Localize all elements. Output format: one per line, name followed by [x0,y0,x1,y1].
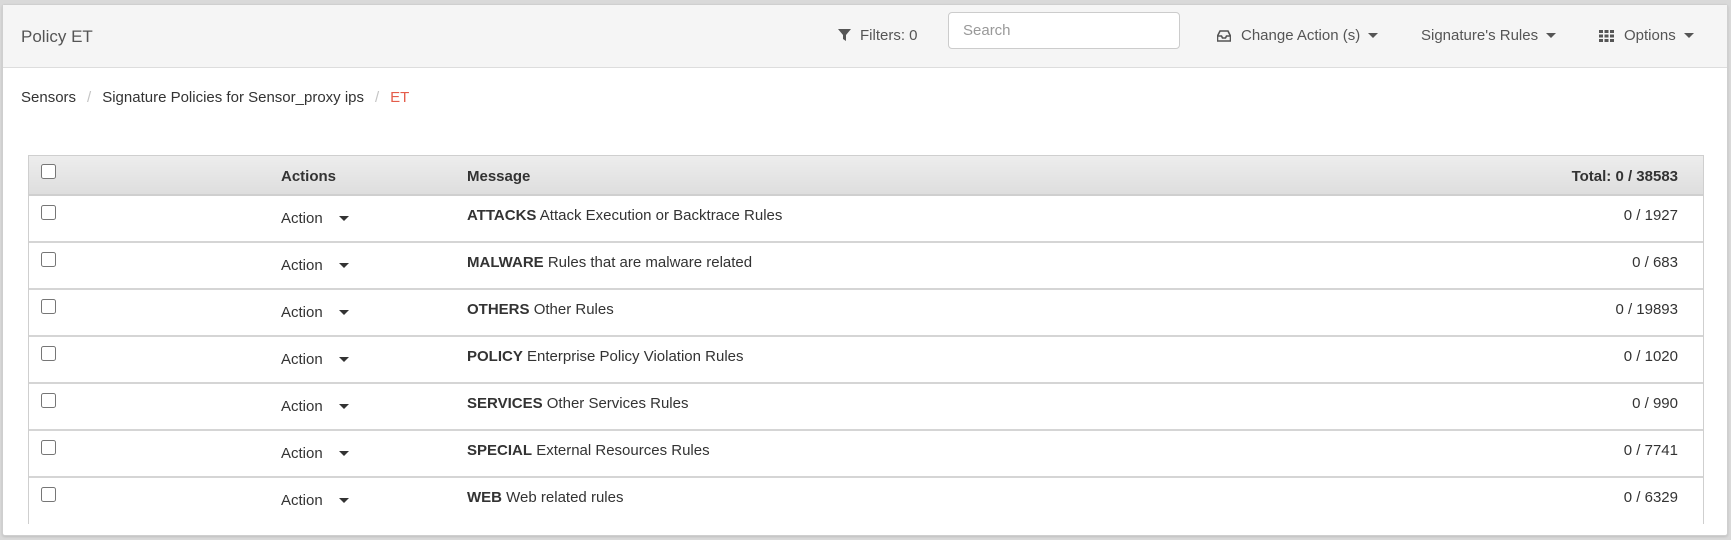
row-category: MALWARE [467,254,544,271]
table-row: Action SERVICES Other Services Rules 0 /… [29,384,1703,431]
row-checkbox[interactable] [41,346,56,361]
inbox-icon [1217,29,1231,42]
row-checkbox[interactable] [41,393,56,408]
policy-panel: Policy ET Filters: 0 Change Action (s) S… [2,4,1728,536]
row-category: WEB [467,489,502,506]
search-input[interactable] [948,12,1180,49]
row-message: SERVICES Other Services Rules [467,395,688,412]
row-category: ATTACKS [467,207,537,224]
row-description: Enterprise Policy Violation Rules [527,348,744,365]
table-row: Action ATTACKS Attack Execution or Backt… [29,196,1703,243]
row-checkbox[interactable] [41,440,56,455]
change-action-button[interactable]: Change Action (s) [1217,27,1379,44]
row-message: OTHERS Other Rules [467,301,614,318]
caret-down-icon [1546,33,1557,38]
signature-rules-button[interactable]: Signature's Rules [1421,27,1557,44]
action-label: Action [281,210,323,227]
row-action-dropdown[interactable]: Action [281,304,349,321]
row-checkbox[interactable] [41,205,56,220]
row-category: SERVICES [467,395,543,412]
row-checkbox[interactable] [41,487,56,502]
row-message: SPECIAL External Resources Rules [467,442,710,459]
row-action-dropdown[interactable]: Action [281,398,349,415]
row-count: 0 / 990 [1632,395,1678,412]
total-count-header: Total: 0 / 38583 [1571,168,1678,185]
action-label: Action [281,492,323,509]
row-count: 0 / 7741 [1623,442,1678,459]
breadcrumb-sensors[interactable]: Sensors [21,89,76,106]
table-row: Action WEB Web related rules 0 / 6329 [29,478,1703,525]
signature-rules-label: Signature's Rules [1421,27,1539,44]
row-message: MALWARE Rules that are malware related [467,254,752,271]
rules-table: Actions Message Total: 0 / 38583 Action … [28,155,1704,525]
grid-icon [1599,29,1614,42]
panel-header: Policy ET Filters: 0 Change Action (s) S… [3,5,1727,68]
caret-down-icon [1683,33,1694,38]
row-description: Web related rules [506,489,624,506]
caret-down-icon [338,310,349,315]
breadcrumb-active: ET [390,89,410,106]
options-label: Options [1624,27,1676,44]
breadcrumb-signature-policies[interactable]: Signature Policies for Sensor_proxy ips [102,89,364,106]
breadcrumb: Sensors / Signature Policies for Sensor_… [21,89,409,106]
row-count: 0 / 1020 [1623,348,1678,365]
page-title: Policy ET [21,27,93,46]
row-category: OTHERS [467,301,530,318]
caret-down-icon [338,404,349,409]
row-description: Attack Execution or Backtrace Rules [539,207,783,224]
table-row: Action MALWARE Rules that are malware re… [29,243,1703,290]
caret-down-icon [338,498,349,503]
actions-column-header: Actions [281,168,337,185]
caret-down-icon [338,451,349,456]
row-count: 0 / 19893 [1615,301,1678,318]
row-description: Other Rules [533,301,614,318]
filters-button[interactable]: Filters: 0 [838,27,918,44]
row-checkbox[interactable] [41,299,56,314]
message-column-header: Message [467,168,531,185]
filter-icon [838,29,851,42]
row-message: POLICY Enterprise Policy Violation Rules [467,348,744,365]
caret-down-icon [338,357,349,362]
action-label: Action [281,398,323,415]
row-action-dropdown[interactable]: Action [281,210,349,227]
change-action-label: Change Action (s) [1241,27,1361,44]
table-row: Action SPECIAL External Resources Rules … [29,431,1703,478]
action-label: Action [281,304,323,321]
table-row: Action OTHERS Other Rules 0 / 19893 [29,290,1703,337]
row-description: External Resources Rules [536,442,710,459]
row-message: WEB Web related rules [467,489,623,506]
breadcrumb-separator: / [375,89,380,106]
caret-down-icon [338,216,349,221]
row-description: Rules that are malware related [547,254,753,271]
row-action-dropdown[interactable]: Action [281,257,349,274]
filters-label: Filters: 0 [860,27,918,44]
select-all-checkbox[interactable] [41,164,56,179]
caret-down-icon [338,263,349,268]
table-row: Action POLICY Enterprise Policy Violatio… [29,337,1703,384]
row-count: 0 / 6329 [1623,489,1678,506]
row-category: SPECIAL [467,442,533,459]
row-count: 0 / 1927 [1623,207,1678,224]
action-label: Action [281,445,323,462]
table-header: Actions Message Total: 0 / 38583 [29,156,1703,196]
row-action-dropdown[interactable]: Action [281,445,349,462]
row-message: ATTACKS Attack Execution or Backtrace Ru… [467,207,782,224]
action-label: Action [281,351,323,368]
row-count: 0 / 683 [1632,254,1678,271]
action-label: Action [281,257,323,274]
row-description: Other Services Rules [546,395,689,412]
row-action-dropdown[interactable]: Action [281,351,349,368]
options-button[interactable]: Options [1599,27,1694,44]
row-action-dropdown[interactable]: Action [281,492,349,509]
row-checkbox[interactable] [41,252,56,267]
row-category: POLICY [467,348,523,365]
caret-down-icon [1368,33,1379,38]
breadcrumb-separator: / [87,89,92,106]
